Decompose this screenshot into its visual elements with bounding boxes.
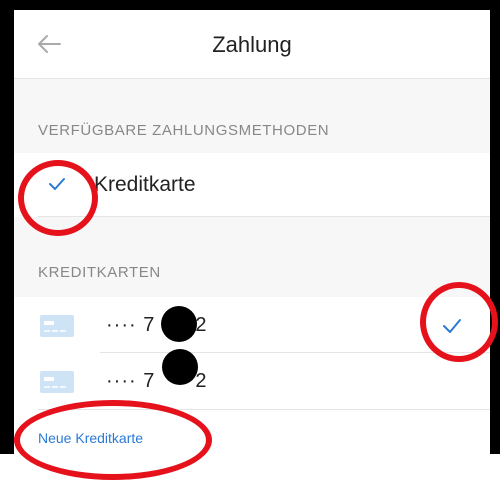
credit-card-icon xyxy=(40,315,74,337)
credit-cards-header: KREDITKARTEN xyxy=(38,264,161,281)
section-background xyxy=(14,79,490,153)
payment-method-row-kreditkarte[interactable]: Kreditkarte xyxy=(14,153,490,217)
redaction-circle xyxy=(162,349,198,385)
checkmark-icon xyxy=(48,177,66,196)
divider xyxy=(38,409,490,410)
navigation-bar: Zahlung xyxy=(14,10,490,79)
redaction-circle xyxy=(161,306,197,342)
credit-card-row[interactable]: ···· 72 xyxy=(14,297,490,353)
payment-method-label: Kreditkarte xyxy=(94,173,196,196)
credit-card-icon xyxy=(40,371,74,393)
section-background xyxy=(14,217,490,297)
credit-card-row[interactable]: ···· 72 xyxy=(14,349,490,409)
add-credit-card-link[interactable]: Neue Kreditkarte xyxy=(38,430,143,446)
page-title: Zahlung xyxy=(212,32,292,57)
payment-methods-header: VERFÜGBARE ZAHLUNGSMETHODEN xyxy=(38,122,330,139)
checkmark-icon xyxy=(442,318,462,339)
payment-screen: Zahlung VERFÜGBARE ZAHLUNGSMETHODEN Kred… xyxy=(14,10,490,454)
